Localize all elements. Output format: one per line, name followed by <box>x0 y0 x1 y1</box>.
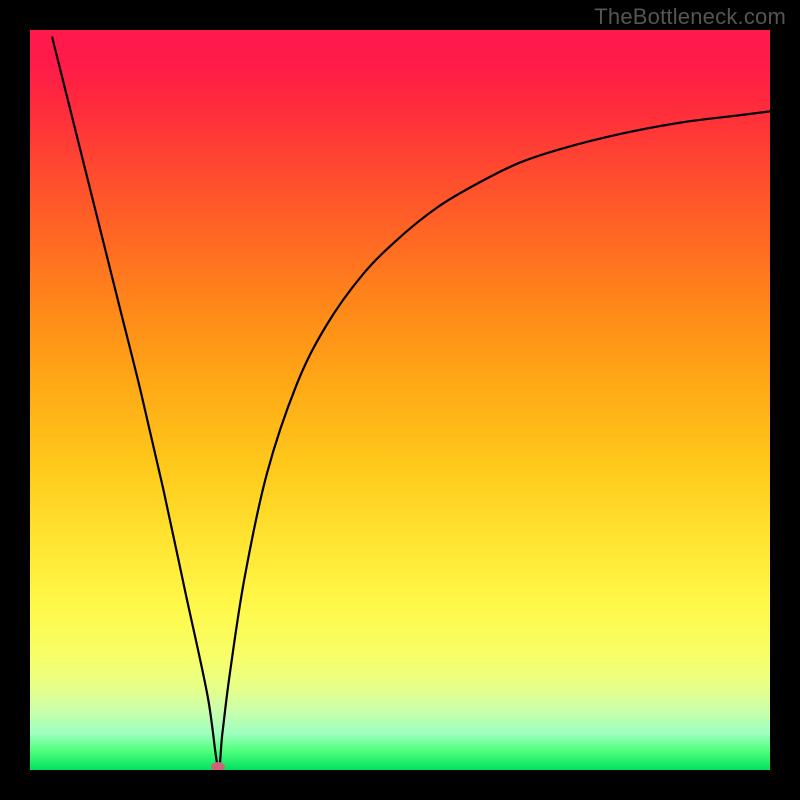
minimum-marker-dot <box>211 762 225 770</box>
watermark-text: TheBottleneck.com <box>594 4 786 30</box>
chart-frame: TheBottleneck.com <box>0 0 800 800</box>
plot-area <box>30 30 770 770</box>
bottleneck-curve <box>30 30 770 770</box>
